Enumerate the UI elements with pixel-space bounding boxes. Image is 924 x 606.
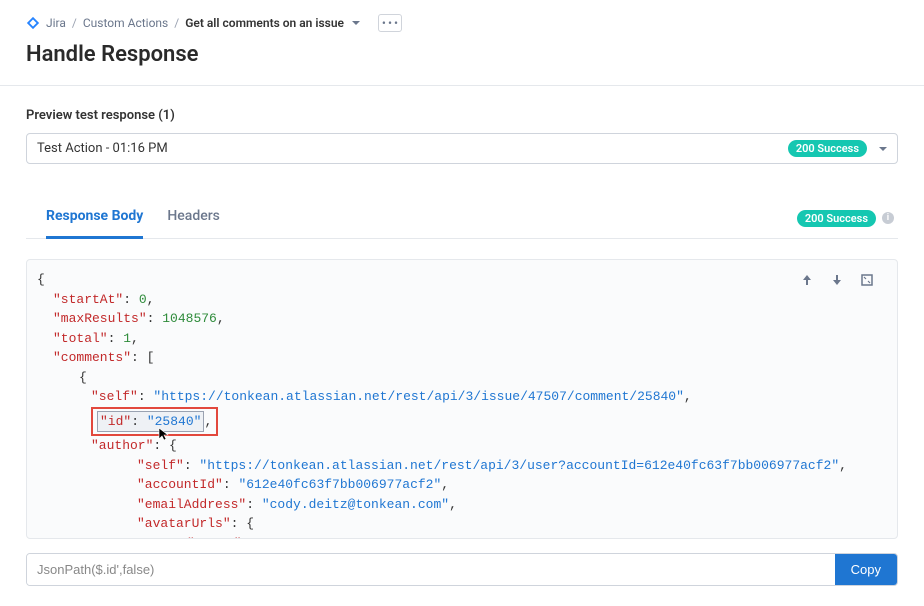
divider bbox=[0, 85, 924, 86]
breadcrumb: Jira / Custom Actions / Get all comments… bbox=[26, 14, 898, 32]
json-key[interactable]: "maxResults" bbox=[53, 311, 147, 326]
breadcrumb-sep: / bbox=[72, 16, 77, 30]
copy-button[interactable]: Copy bbox=[835, 554, 897, 585]
json-toolbar bbox=[799, 272, 875, 288]
json-value[interactable]: 0 bbox=[139, 292, 147, 307]
json-key[interactable]: "id" bbox=[100, 414, 131, 429]
json-key[interactable]: "comments" bbox=[53, 350, 131, 365]
highlighted-id-selection[interactable]: "id": "25840", bbox=[91, 407, 218, 437]
page-title: Handle Response bbox=[26, 42, 898, 67]
json-key[interactable]: "self" bbox=[91, 389, 138, 404]
json-value[interactable]: "cody.deitz@tonkean.com" bbox=[262, 497, 449, 512]
breadcrumb-sep: / bbox=[174, 16, 179, 30]
more-actions-button[interactable]: ••• bbox=[378, 14, 402, 32]
info-icon[interactable]: i bbox=[882, 212, 894, 224]
tab-headers[interactable]: Headers bbox=[167, 198, 220, 238]
json-key[interactable]: "48x48" bbox=[187, 536, 242, 539]
tab-response-body[interactable]: Response Body bbox=[46, 198, 143, 239]
jira-icon bbox=[26, 16, 40, 30]
jsonpath-input[interactable] bbox=[27, 554, 835, 585]
json-viewer: { "startAt": 0, "maxResults": 1048576, "… bbox=[26, 259, 898, 539]
json-key[interactable]: "startAt" bbox=[53, 292, 123, 307]
cursor-icon bbox=[157, 426, 173, 450]
json-value[interactable]: 1 bbox=[123, 331, 131, 346]
status-badge: 200 Success bbox=[797, 210, 876, 227]
tabs: Response Body Headers 200 Success i bbox=[26, 198, 898, 239]
chevron-down-icon bbox=[879, 147, 887, 151]
json-key[interactable]: "avatarUrls" bbox=[137, 516, 231, 531]
json-content[interactable]: { "startAt": 0, "maxResults": 1048576, "… bbox=[27, 260, 897, 538]
json-value[interactable]: "https://tonkean.atlassian.net/rest/api/… bbox=[199, 458, 839, 473]
breadcrumb-root[interactable]: Jira bbox=[46, 16, 66, 30]
status-badge: 200 Success bbox=[788, 140, 867, 157]
test-response-label: Test Action - 01:16 PM bbox=[37, 141, 168, 156]
jsonpath-row: Copy bbox=[26, 553, 898, 586]
json-key[interactable]: "total" bbox=[53, 331, 108, 346]
arrow-up-icon[interactable] bbox=[799, 272, 815, 288]
chevron-down-icon[interactable] bbox=[352, 21, 360, 25]
arrow-down-icon[interactable] bbox=[829, 272, 845, 288]
json-value[interactable]: "https://tonkean.atlassian.net/rest/api/… bbox=[153, 389, 684, 404]
json-key[interactable]: "emailAddress" bbox=[137, 497, 246, 512]
json-value[interactable]: "612e40fc63f7bb006977acf2" bbox=[238, 477, 441, 492]
json-value[interactable]: "25840" bbox=[147, 414, 202, 429]
expand-icon[interactable] bbox=[859, 272, 875, 288]
preview-label: Preview test response (1) bbox=[26, 108, 898, 123]
json-key[interactable]: "accountId" bbox=[137, 477, 223, 492]
breadcrumb-current[interactable]: Get all comments on an issue bbox=[185, 16, 344, 30]
breadcrumb-section[interactable]: Custom Actions bbox=[83, 16, 168, 30]
test-response-select[interactable]: Test Action - 01:16 PM 200 Success bbox=[26, 133, 898, 164]
json-value[interactable]: 1048576 bbox=[162, 311, 217, 326]
json-key[interactable]: "author" bbox=[91, 438, 153, 453]
json-key[interactable]: "self" bbox=[137, 458, 184, 473]
